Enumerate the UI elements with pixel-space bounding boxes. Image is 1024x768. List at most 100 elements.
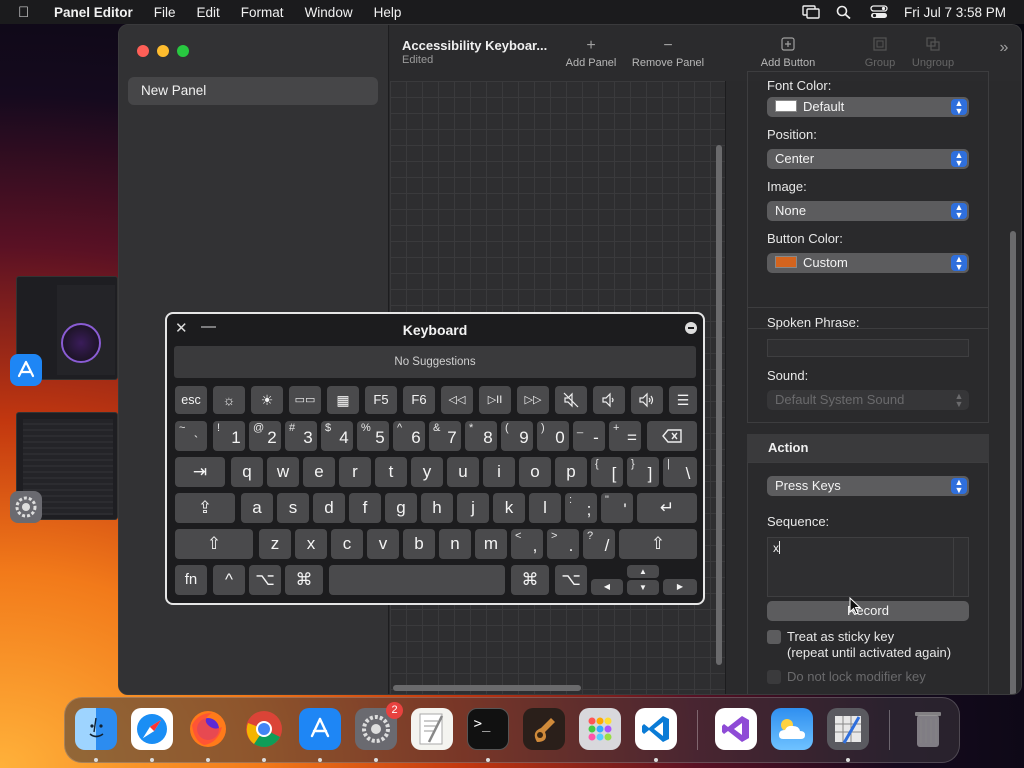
menu-format[interactable]: Format — [241, 5, 284, 20]
menubar-clock[interactable]: Fri Jul 7 3:58 PM — [904, 5, 1006, 20]
key-right-option[interactable]: ⌥ — [555, 565, 587, 595]
key-rewind[interactable]: ◁◁ — [441, 386, 473, 414]
key-mute[interactable] — [555, 386, 587, 414]
screen-mirroring-icon[interactable] — [802, 5, 820, 19]
zoom-window-button[interactable] — [177, 45, 189, 57]
font-color-popup[interactable]: Default ▲ ▼ — [767, 97, 969, 117]
chrome-icon[interactable] — [243, 708, 285, 750]
key-quote[interactable]: " ' — [601, 493, 633, 523]
key-f5[interactable]: F5 — [365, 386, 397, 414]
trash-icon[interactable] — [907, 708, 949, 750]
key-space[interactable] — [329, 565, 505, 595]
key-arrow-left[interactable]: ◀ — [591, 579, 623, 595]
app-store-dock-icon[interactable] — [299, 708, 341, 750]
control-center-icon[interactable] — [870, 5, 888, 19]
key-fn[interactable]: fn — [175, 565, 207, 595]
key-backslash[interactable]: | \ — [663, 457, 697, 487]
key-j[interactable]: j — [457, 493, 489, 523]
remove-panel-button[interactable]: − Remove Panel — [630, 37, 706, 69]
key-q[interactable]: q — [231, 457, 263, 487]
key-l[interactable]: l — [529, 493, 561, 523]
inspector-scrollbar[interactable] — [1010, 231, 1016, 694]
key-right-bracket[interactable]: }] — [627, 457, 659, 487]
garageband-icon[interactable] — [523, 708, 565, 750]
key-left-command[interactable]: ⌘ — [285, 565, 323, 595]
key-mission-control[interactable]: ▭▭ — [289, 386, 321, 414]
key-u[interactable]: u — [447, 457, 479, 487]
key-return[interactable]: ↵ — [637, 493, 697, 523]
key-3[interactable]: #3 — [285, 421, 317, 451]
lock-modifier-label[interactable]: Do not lock modifier key — [787, 669, 926, 685]
key-0[interactable]: ) 0 — [537, 421, 569, 451]
key-w[interactable]: w — [267, 457, 299, 487]
apple-menu-icon[interactable]:  — [18, 4, 38, 21]
key-h[interactable]: h — [421, 493, 453, 523]
key-minus[interactable]: _ - — [573, 421, 605, 451]
toolbar-overflow-button[interactable]: » — [994, 39, 1014, 59]
key-x[interactable]: x — [295, 529, 327, 559]
key-g[interactable]: g — [385, 493, 417, 523]
key-tab[interactable]: ⇥ — [175, 457, 225, 487]
system-settings-dock-icon[interactable]: 2 — [355, 702, 403, 750]
key-6[interactable]: ^ 6 — [393, 421, 425, 451]
key-right-command[interactable]: ⌘ — [511, 565, 549, 595]
key-fast-forward[interactable]: ▷▷ — [517, 386, 549, 414]
action-popup[interactable]: Press Keys ▲ ▼ — [767, 476, 969, 496]
image-popup[interactable]: None ▲ ▼ — [767, 201, 969, 221]
key-left-shift[interactable]: ⇧ — [175, 529, 253, 559]
key-right-shift[interactable]: ⇧ — [619, 529, 697, 559]
visual-studio-icon[interactable] — [715, 708, 757, 750]
key-s[interactable]: s — [277, 493, 309, 523]
key-f[interactable]: f — [349, 493, 381, 523]
key-launchpad[interactable]: ▦ — [327, 386, 359, 414]
key-o[interactable]: o — [519, 457, 551, 487]
menu-help[interactable]: Help — [374, 5, 402, 20]
vscode-icon[interactable] — [635, 708, 677, 750]
key-panel-options[interactable]: ☰ — [669, 386, 697, 414]
key-n[interactable]: n — [439, 529, 471, 559]
key-4[interactable]: $4 — [321, 421, 353, 451]
key-d[interactable]: d — [313, 493, 345, 523]
minimize-window-button[interactable] — [157, 45, 169, 57]
key-arrow-down[interactable]: ▼ — [627, 580, 659, 595]
key-a[interactable]: a — [241, 493, 273, 523]
key-volume-up[interactable] — [631, 386, 663, 414]
key-9[interactable]: (9 — [501, 421, 533, 451]
key-comma[interactable]: <, — [511, 529, 543, 559]
key-left-option[interactable]: ⌥ — [249, 565, 281, 595]
key-z[interactable]: z — [259, 529, 291, 559]
key-grave[interactable]: ~ ` — [175, 421, 207, 451]
key-r[interactable]: r — [339, 457, 371, 487]
key-e[interactable]: e — [303, 457, 335, 487]
sticky-key-checkbox[interactable] — [767, 630, 781, 644]
lock-modifier-checkbox[interactable] — [767, 670, 781, 684]
system-settings-icon[interactable] — [10, 491, 42, 523]
key-left-bracket[interactable]: {[ — [591, 457, 623, 487]
app-store-icon[interactable] — [10, 354, 42, 386]
key-8[interactable]: * 8 — [465, 421, 497, 451]
panel-editor-icon[interactable] — [827, 708, 869, 750]
keyboard-options-icon[interactable] — [685, 322, 697, 334]
key-delete[interactable] — [647, 421, 697, 451]
key-f6[interactable]: F6 — [403, 386, 435, 414]
finder-icon[interactable] — [75, 708, 117, 750]
spotlight-search-icon[interactable] — [836, 5, 854, 20]
launchpad-dock-icon[interactable] — [579, 708, 621, 750]
firefox-icon[interactable] — [187, 708, 229, 750]
key-c[interactable]: c — [331, 529, 363, 559]
sequence-field[interactable]: x — [767, 537, 969, 597]
sound-popup[interactable]: Default System Sound ▲ ▼ — [767, 390, 969, 410]
key-7[interactable]: & 7 — [429, 421, 461, 451]
key-k[interactable]: k — [493, 493, 525, 523]
record-button[interactable]: Record — [767, 601, 969, 621]
menu-app-name[interactable]: Panel Editor — [54, 5, 133, 20]
key-arrow-up[interactable]: ▲ — [627, 565, 659, 578]
textedit-icon[interactable] — [411, 708, 453, 750]
add-panel-button[interactable]: + Add Panel — [563, 37, 619, 69]
key-1[interactable]: ! 1 — [213, 421, 245, 451]
key-control[interactable]: ^ — [213, 565, 245, 595]
key-v[interactable]: v — [367, 529, 399, 559]
canvas-horizontal-scrollbar[interactable] — [393, 685, 581, 691]
menu-window[interactable]: Window — [305, 5, 353, 20]
sidebar-item-new-panel[interactable]: New Panel — [128, 77, 378, 105]
